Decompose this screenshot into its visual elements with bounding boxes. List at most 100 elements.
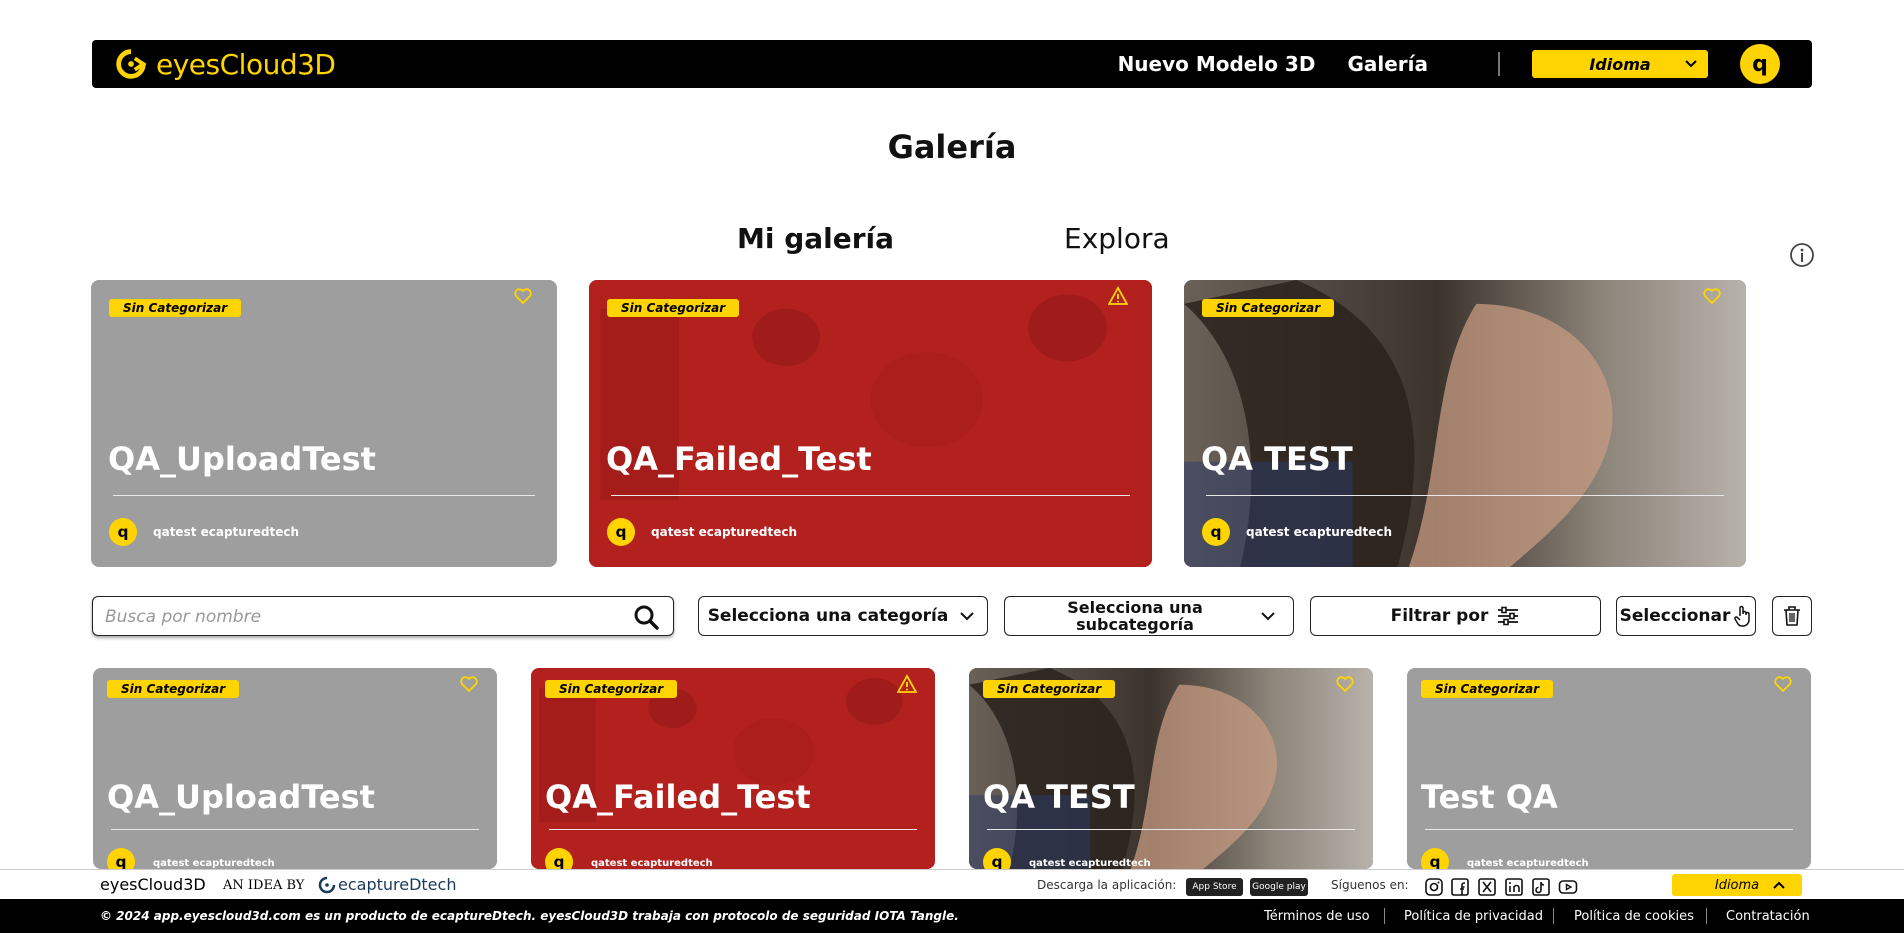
category-badge: Sin Categorizar — [1421, 680, 1554, 698]
follow-label: Síguenos en: — [1331, 878, 1409, 892]
author-avatar: q — [983, 848, 1011, 869]
google-play-label: Google play — [1252, 882, 1306, 892]
subcategory-label-line2: subcategoría — [1076, 615, 1194, 634]
author-avatar: q — [1421, 848, 1449, 869]
nav-new-model[interactable]: Nuevo Modelo 3D — [1118, 52, 1316, 76]
instagram-icon[interactable] — [1424, 877, 1444, 897]
category-select[interactable]: Selecciona una categoría — [698, 596, 988, 636]
chevron-down-icon — [960, 612, 975, 621]
category-badge: Sin Categorizar — [109, 299, 242, 317]
author-name: qatest ecapturedtech — [1029, 858, 1151, 869]
author-avatar: q — [545, 848, 573, 869]
chevron-down-icon — [1685, 60, 1697, 68]
footer-top: eyesCloud3D AN IDEA BY ecaptureDtech Des… — [0, 869, 1904, 899]
card-divider — [1206, 495, 1724, 496]
card-title: QA TEST — [1201, 440, 1353, 478]
footer-separator — [1384, 908, 1385, 924]
footer-link-contracting[interactable]: Contratación — [1726, 909, 1810, 924]
chevron-down-icon — [1261, 612, 1275, 621]
author-name: qatest ecapturedtech — [153, 858, 275, 869]
google-play-badge[interactable]: Google play — [1250, 878, 1308, 896]
app-store-badge[interactable]: App Store — [1186, 878, 1243, 896]
author-name: qatest ecapturedtech — [1246, 525, 1393, 539]
card-title: QA_Failed_Test — [545, 778, 811, 816]
sliders-icon — [1498, 606, 1519, 626]
category-badge: Sin Categorizar — [1202, 299, 1335, 317]
select-label: Seleccionar — [1619, 606, 1731, 626]
author-name: qatest ecapturedtech — [651, 525, 798, 539]
header-nav: Nuevo Modelo 3D Galería Idioma q — [1118, 40, 1812, 88]
subcategory-label-line1: Selecciona una — [1067, 598, 1203, 617]
user-avatar[interactable]: q — [1740, 44, 1780, 84]
app-store-label: App Store — [1192, 882, 1237, 892]
filter-by-label: Filtrar por — [1390, 606, 1489, 626]
filter-by-button[interactable]: Filtrar por — [1310, 596, 1601, 636]
footer-separator — [1706, 908, 1707, 924]
footer-language-select[interactable]: Idioma — [1672, 874, 1802, 896]
category-label: Selecciona una categoría — [707, 606, 949, 626]
footer-company[interactable]: ecaptureDtech — [338, 875, 456, 894]
card-title: QA_UploadTest — [107, 778, 375, 816]
heart-icon[interactable] — [1702, 286, 1722, 310]
subcategory-select[interactable]: Selecciona una subcategoría — [1004, 596, 1294, 636]
heart-icon[interactable] — [1335, 674, 1355, 698]
featured-card[interactable]: Sin Categorizar QA TEST q qatest ecapturedt… — [1184, 280, 1746, 567]
delete-button[interactable] — [1772, 596, 1812, 636]
footer-separator — [1553, 908, 1554, 924]
page-title: Galería — [887, 128, 1017, 166]
heart-icon[interactable] — [459, 674, 479, 698]
author-avatar: q — [1202, 518, 1230, 546]
featured-card[interactable]: Sin Categorizar QA_UploadTest q qatest ecap… — [91, 280, 557, 567]
facebook-icon[interactable] — [1450, 877, 1470, 897]
hand-pointer-icon — [1734, 605, 1751, 627]
download-label: Descarga la aplicación: — [1037, 878, 1177, 892]
copyright-text: © 2024 app.eyescloud3d.com es un product… — [100, 909, 959, 923]
subcategory-label: Selecciona una subcategoría — [1025, 599, 1245, 633]
youtube-icon[interactable] — [1558, 877, 1578, 897]
tiktok-icon[interactable] — [1531, 877, 1551, 897]
ecapturedtech-logo-icon — [318, 876, 336, 894]
footer-language-label: Idioma — [1714, 877, 1760, 893]
card-divider — [987, 829, 1355, 830]
card-title: QA_UploadTest — [108, 440, 376, 478]
heart-icon[interactable] — [513, 286, 533, 310]
author-name: qatest ecapturedtech — [591, 858, 713, 869]
featured-card[interactable]: Sin Categorizar QA_Failed_Test q qatest eca… — [589, 280, 1152, 567]
info-icon[interactable] — [1789, 242, 1815, 268]
tab-my-gallery[interactable]: Mi galería — [737, 222, 894, 255]
gallery-card[interactable]: Sin Categorizar QA_UploadTest q qatest ecap… — [93, 668, 497, 869]
select-button[interactable]: Seleccionar — [1616, 596, 1756, 636]
category-badge: Sin Categorizar — [545, 680, 678, 698]
warning-icon — [896, 674, 918, 698]
gallery-card[interactable]: Sin Categorizar QA_Failed_Testq qatest eca… — [531, 668, 935, 869]
card-title: QA_Failed_Test — [606, 440, 872, 478]
gallery-card[interactable]: Sin Categorizar QA TEST q qatest ecapturedt… — [969, 668, 1373, 869]
footer-idea-by: AN IDEA BY — [223, 878, 305, 893]
category-badge: Sin Categorizar — [983, 680, 1116, 698]
author-name: qatest ecapturedtech — [1467, 858, 1589, 869]
nav-divider — [1498, 52, 1500, 76]
search-box — [92, 596, 674, 636]
category-badge: Sin Categorizar — [107, 680, 240, 698]
nav-gallery[interactable]: Galería — [1347, 52, 1428, 76]
card-divider — [611, 495, 1130, 496]
logo[interactable]: eyesCloud3D — [112, 46, 336, 82]
warning-icon — [1107, 286, 1129, 310]
tab-explore[interactable]: Explora — [1064, 222, 1170, 255]
footer-link-privacy[interactable]: Política de privacidad — [1404, 909, 1543, 924]
gallery-card[interactable]: Sin Categorizar Test QA q qatest ecapturedt… — [1407, 668, 1811, 869]
card-divider — [113, 495, 535, 496]
language-select[interactable]: Idioma — [1532, 50, 1708, 78]
footer-link-terms[interactable]: Términos de uso — [1264, 909, 1370, 924]
language-label: Idioma — [1589, 54, 1651, 74]
card-divider — [111, 829, 479, 830]
linkedin-icon[interactable] — [1504, 877, 1524, 897]
chevron-up-icon — [1773, 881, 1785, 889]
x-twitter-icon[interactable] — [1477, 877, 1497, 897]
search-input[interactable] — [105, 603, 605, 631]
footer-link-cookies[interactable]: Política de cookies — [1574, 909, 1694, 924]
logo-text: eyesCloud3D — [156, 47, 336, 81]
heart-icon[interactable] — [1773, 674, 1793, 698]
card-divider — [549, 829, 917, 830]
search-icon[interactable] — [633, 604, 659, 630]
